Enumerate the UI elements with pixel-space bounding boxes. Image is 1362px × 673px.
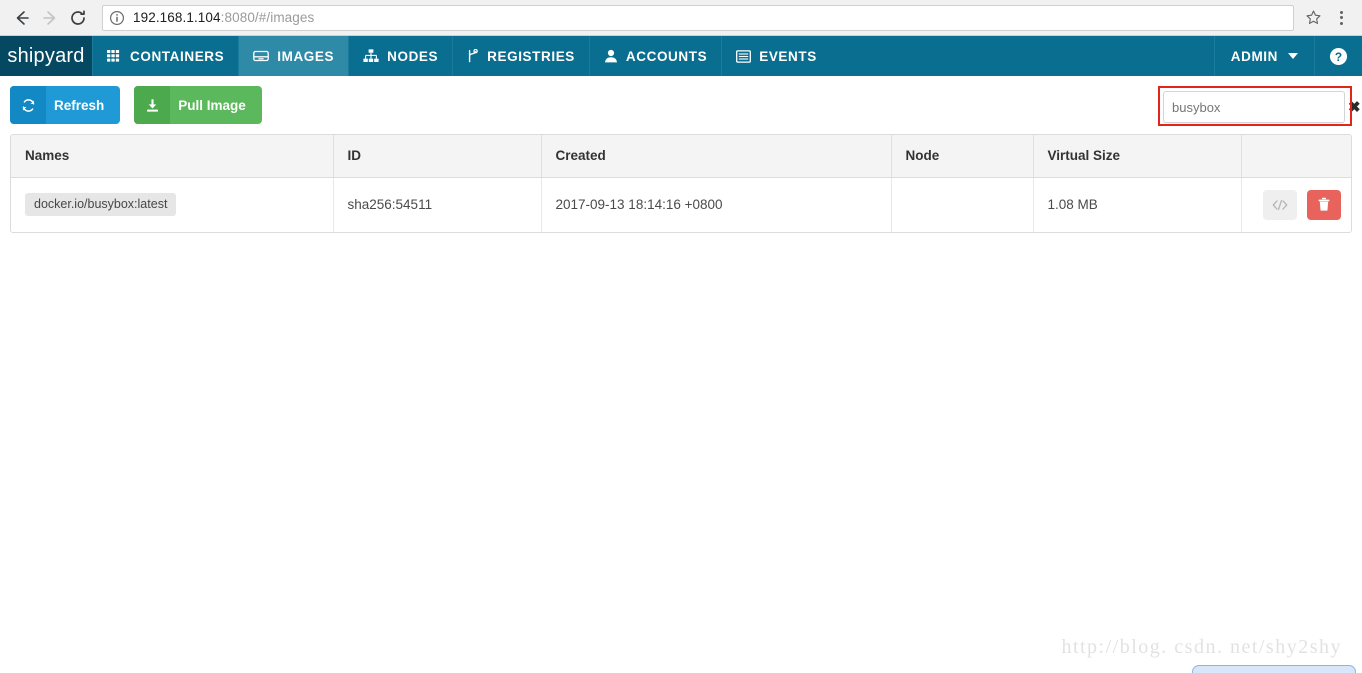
search-input[interactable]: [1172, 99, 1348, 115]
nav-item-events[interactable]: EVENTS: [721, 36, 831, 76]
pull-image-button-label: Pull Image: [178, 97, 246, 113]
trash-icon: [1318, 197, 1330, 211]
image-disk-icon: [253, 49, 270, 63]
three-dot-menu-icon: [1339, 21, 1343, 25]
url-text: 192.168.1.104:8080/#/images: [133, 10, 314, 25]
nav-item-registries[interactable]: REGISTRIES: [452, 36, 589, 76]
forward-arrow-icon: [43, 10, 56, 25]
nav-item-images[interactable]: IMAGES: [238, 36, 349, 76]
svg-text:?: ?: [1335, 49, 1342, 63]
table-row[interactable]: docker.io/busybox:latest sha256:54511 20…: [11, 177, 1351, 232]
cell-created: 2017-09-13 18:14:16 +0800: [541, 177, 892, 232]
download-icon: [134, 86, 171, 124]
code-brackets-icon: [1272, 199, 1288, 210]
images-table: Names ID Created Node Virtual Size docke…: [11, 135, 1351, 232]
column-header-node[interactable]: Node: [891, 135, 1034, 178]
table-head: Names ID Created Node Virtual Size: [11, 135, 1351, 178]
chevron-down-icon: [1288, 53, 1298, 59]
refresh-icon: [10, 86, 46, 124]
address-bar[interactable]: 192.168.1.104:8080/#/images: [102, 4, 1294, 31]
watermark-text: http://blog. csdn. net/shy2shy: [1061, 636, 1342, 658]
table-header-row: Names ID Created Node Virtual Size: [11, 135, 1351, 178]
list-lines-icon: [736, 49, 752, 63]
delete-button[interactable]: [1307, 189, 1341, 220]
bookmark-star-icon: [1305, 10, 1321, 25]
cell-virtual-size: 1.08 MB: [1033, 177, 1242, 232]
help-circle-icon: ?: [1329, 47, 1348, 65]
back-button[interactable]: [8, 4, 36, 32]
table-body: docker.io/busybox:latest sha256:54511 20…: [11, 177, 1351, 232]
clear-x-icon[interactable]: ✖: [1348, 99, 1361, 115]
code-branch-icon: [467, 49, 479, 63]
cell-actions: [1241, 177, 1351, 232]
search-container: ✖: [1158, 86, 1361, 126]
forward-button: [36, 4, 64, 32]
nav-item-label: IMAGES: [277, 48, 335, 64]
nav-item-nodes[interactable]: NODES: [348, 36, 452, 76]
cell-node: [891, 177, 1034, 232]
bottom-status-pill: [1192, 665, 1356, 673]
nav-item-accounts[interactable]: ACCOUNTS: [588, 36, 721, 76]
user-icon: [604, 49, 618, 63]
brand-logo[interactable]: shipyard: [0, 36, 92, 76]
reload-button[interactable]: [64, 4, 92, 32]
nav-item-label: REGISTRIES: [487, 48, 575, 64]
app-navbar: shipyard CONTAINERS IMAGES NODES REGISTR…: [0, 36, 1362, 76]
url-path: :8080/#/images: [220, 10, 315, 25]
column-header-virtual-size[interactable]: Virtual Size: [1033, 135, 1242, 178]
refresh-button-label: Refresh: [54, 97, 105, 113]
nav-item-label: EVENTS: [759, 48, 817, 64]
sitemap-icon: [363, 49, 379, 63]
browser-toolbar: 192.168.1.104:8080/#/images: [0, 0, 1362, 36]
inspect-button[interactable]: [1263, 189, 1298, 220]
help-button[interactable]: ?: [1314, 36, 1362, 76]
images-table-container: Names ID Created Node Virtual Size docke…: [10, 134, 1352, 233]
nav-item-label: ACCOUNTS: [625, 48, 708, 64]
search-field[interactable]: ✖: [1163, 91, 1361, 123]
page-toolbar: Refresh Pull Image ✖: [0, 76, 1362, 134]
admin-label: ADMIN: [1230, 48, 1278, 64]
url-host: 192.168.1.104: [133, 10, 221, 25]
three-dot-menu-icon: [1339, 10, 1343, 14]
pull-image-button[interactable]: Pull Image: [134, 86, 262, 124]
reload-icon: [71, 9, 85, 25]
back-arrow-icon: [16, 10, 29, 25]
column-header-id[interactable]: ID: [333, 135, 542, 178]
cell-id: sha256:54511: [333, 177, 542, 232]
nav-item-containers[interactable]: CONTAINERS: [92, 36, 238, 76]
nav-item-label: CONTAINERS: [130, 48, 225, 64]
cell-names: docker.io/busybox:latest: [11, 177, 334, 232]
column-header-names[interactable]: Names: [11, 135, 334, 178]
navbar-spacer: [831, 36, 1214, 76]
admin-menu-button[interactable]: ADMIN: [1213, 36, 1314, 76]
bookmark-button[interactable]: [1300, 5, 1326, 31]
nav-item-label: NODES: [387, 48, 439, 64]
browser-menu-button[interactable]: [1328, 5, 1354, 31]
refresh-button[interactable]: Refresh: [10, 86, 121, 124]
navbar-right: ADMIN ?: [1213, 36, 1362, 76]
column-header-actions: [1241, 135, 1351, 178]
grid-icon: [107, 49, 122, 63]
site-info-icon[interactable]: [109, 10, 125, 26]
three-dot-menu-icon: [1339, 16, 1343, 19]
column-header-created[interactable]: Created: [541, 135, 892, 178]
image-name-badge[interactable]: docker.io/busybox:latest: [25, 193, 177, 216]
page-body: Names ID Created Node Virtual Size docke…: [0, 134, 1362, 673]
